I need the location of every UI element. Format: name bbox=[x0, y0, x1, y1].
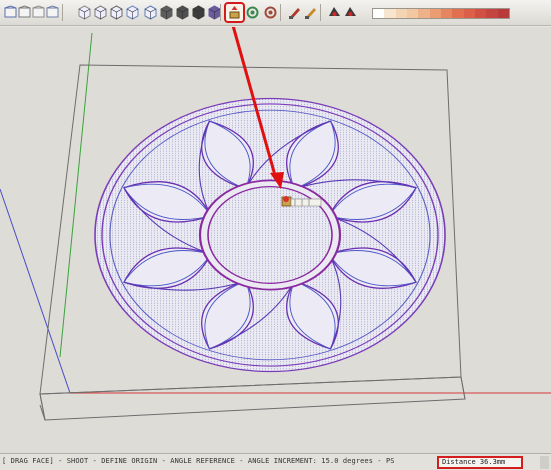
toolbar-separator bbox=[320, 4, 321, 21]
rosette-medallion[interactable] bbox=[94, 97, 446, 373]
top-view-icon bbox=[78, 5, 91, 20]
xray-style-icon bbox=[144, 5, 157, 20]
toolbar-separator bbox=[280, 4, 281, 21]
right-view-button[interactable] bbox=[92, 4, 109, 21]
measurements-box-grip[interactable] bbox=[540, 456, 549, 469]
shadow-time-scale-end bbox=[515, 8, 545, 19]
paint-tool-icon bbox=[289, 8, 300, 19]
model-canvas[interactable] bbox=[0, 27, 551, 453]
eraser-tool-button[interactable] bbox=[302, 4, 319, 21]
pushpull-tool-icon bbox=[229, 6, 240, 19]
xray-style-button[interactable] bbox=[142, 4, 159, 21]
main-toolbar bbox=[0, 0, 551, 26]
section-plane-button[interactable] bbox=[326, 4, 343, 21]
toolbar-separator bbox=[62, 4, 63, 21]
offset-tool-icon bbox=[264, 6, 277, 19]
shaded-style-button[interactable] bbox=[174, 4, 191, 21]
textured-style-icon bbox=[192, 5, 205, 20]
offset-tool-button[interactable] bbox=[262, 4, 279, 21]
paint-tool-button[interactable] bbox=[286, 4, 303, 21]
section-display-icon bbox=[345, 7, 356, 16]
blue-axis bbox=[0, 188, 71, 394]
back-view-button[interactable] bbox=[108, 4, 125, 21]
eraser-tool-icon bbox=[305, 8, 316, 19]
shaded-style-icon bbox=[176, 5, 189, 20]
followme-tool-icon bbox=[246, 6, 259, 19]
textured-style-button[interactable] bbox=[190, 4, 207, 21]
wireframe-style-button[interactable] bbox=[158, 4, 175, 21]
right-view-icon bbox=[94, 5, 107, 20]
iso-view-icon bbox=[46, 5, 59, 18]
pushpull-tool-button[interactable] bbox=[224, 2, 245, 23]
drawing-viewport[interactable] bbox=[0, 27, 551, 453]
left-view-icon bbox=[126, 5, 139, 20]
wireframe-style-icon bbox=[160, 5, 173, 20]
iso-view-button[interactable] bbox=[44, 4, 61, 21]
followme-tool-button[interactable] bbox=[244, 4, 261, 21]
measurements-box[interactable]: Distance 36.3mm bbox=[437, 456, 523, 469]
status-hint-text: [ DRAG FACE] - SHOOT - DEFINE ORIGIN - A… bbox=[2, 457, 395, 465]
section-plane-icon bbox=[329, 7, 340, 16]
back-view-icon bbox=[110, 5, 123, 20]
shadow-time-scale[interactable] bbox=[372, 8, 510, 19]
green-axis bbox=[59, 32, 93, 358]
top-view-button[interactable] bbox=[76, 4, 93, 21]
section-display-button[interactable] bbox=[342, 4, 359, 21]
left-view-button[interactable] bbox=[124, 4, 141, 21]
status-bar: [ DRAG FACE] - SHOOT - DEFINE ORIGIN - A… bbox=[0, 453, 551, 470]
toolbar-separator bbox=[220, 4, 221, 21]
